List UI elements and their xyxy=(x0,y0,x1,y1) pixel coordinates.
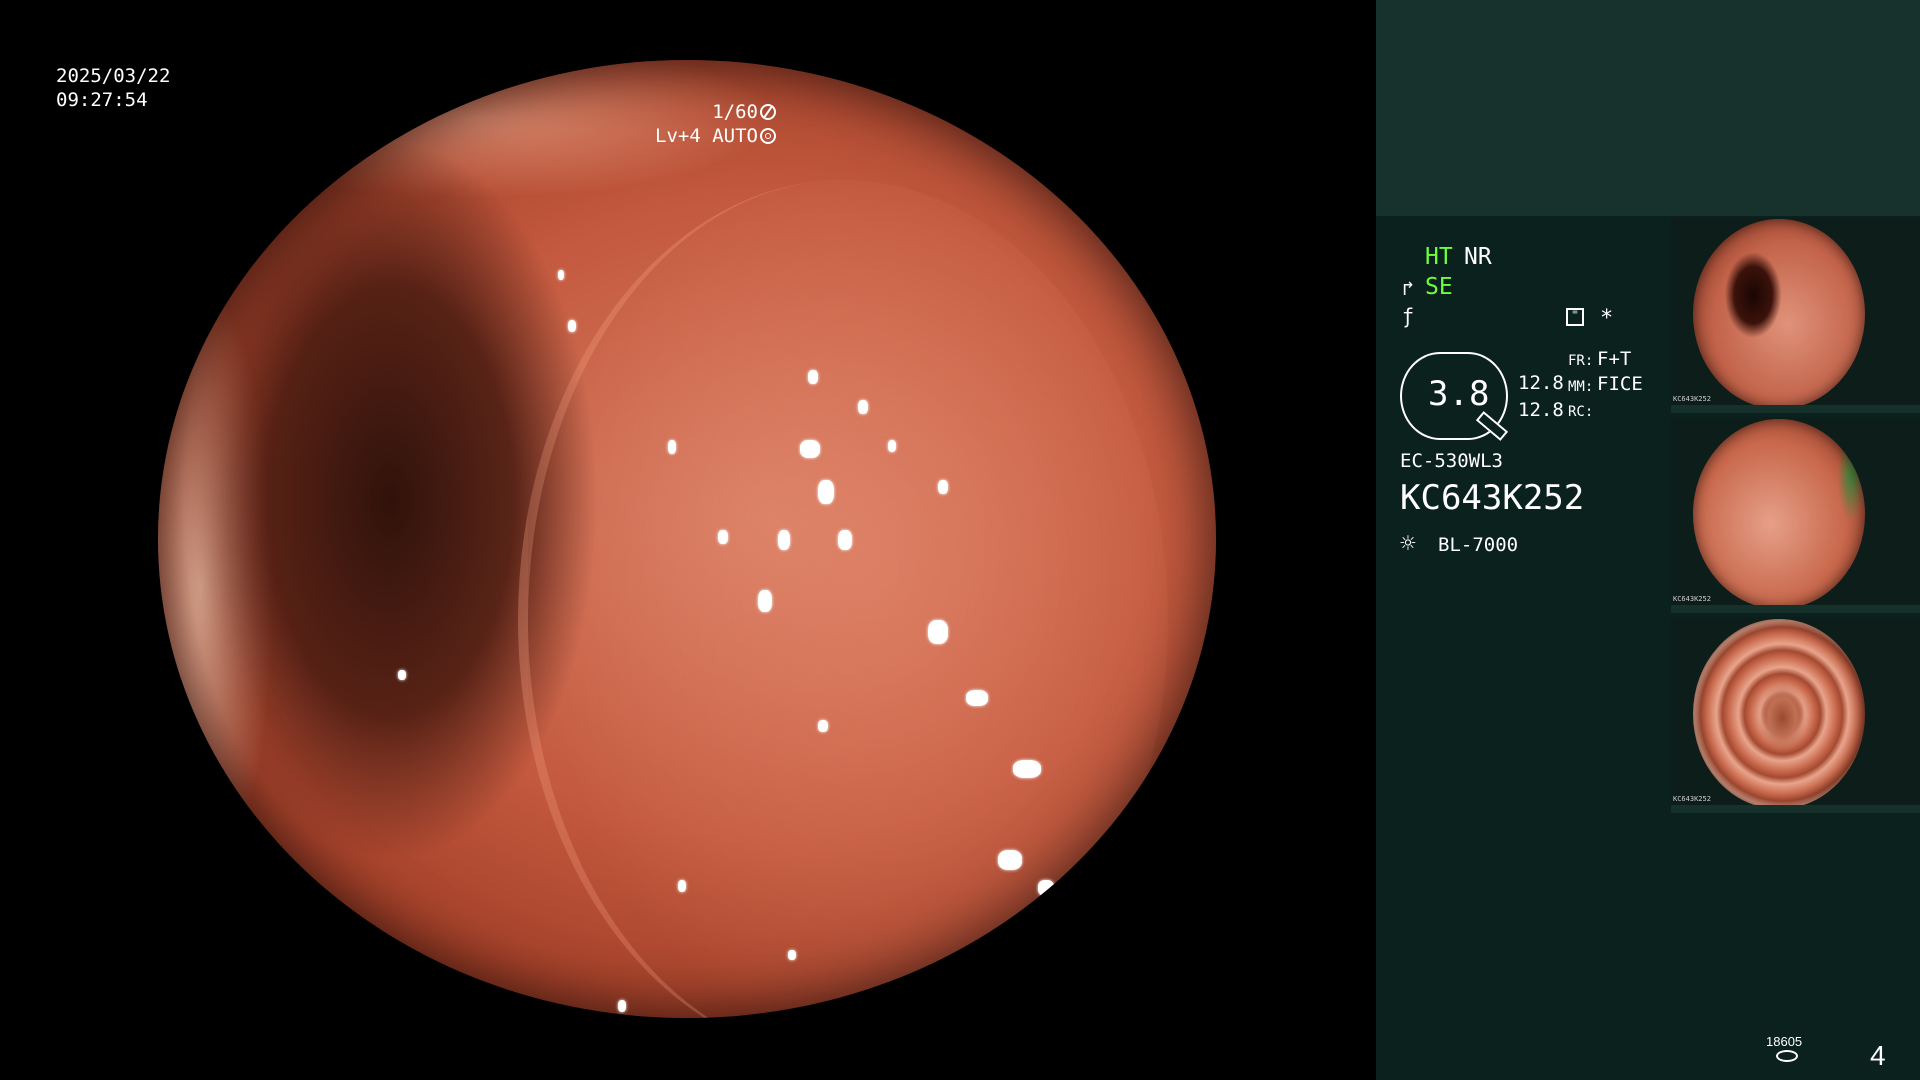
thumbnail-image xyxy=(1693,619,1865,809)
captured-thumbnail[interactable]: KC643K252 xyxy=(1671,217,1920,413)
thumbnail-serial: KC643K252 xyxy=(1673,395,1711,403)
panel-header-area xyxy=(1376,0,1920,216)
color-enhance-icon: ƒ xyxy=(1402,304,1415,328)
captured-thumbnail[interactable]: KC643K252 xyxy=(1671,617,1920,813)
thumbnail-footer xyxy=(1671,605,1920,613)
asterisk-icon: * xyxy=(1600,306,1614,331)
rc-label: RC: xyxy=(1568,404,1594,420)
light-reflection xyxy=(558,270,564,280)
light-reflection xyxy=(966,690,988,706)
structure-enhance-icon: ↱ xyxy=(1402,276,1415,300)
time-text: 09:27:54 xyxy=(56,89,148,111)
storage-icon xyxy=(1776,1050,1798,1062)
magnification-value: 3.8 xyxy=(1428,374,1490,414)
mm-label: MM: xyxy=(1568,379,1594,395)
light-reflection xyxy=(788,950,796,960)
iris-icon xyxy=(760,128,776,144)
page-number: 4 xyxy=(1870,1040,1886,1071)
fr-value: F+T xyxy=(1597,348,1632,370)
light-reflection xyxy=(888,440,896,452)
light-reflection xyxy=(758,590,772,612)
thumbnail-serial: KC643K252 xyxy=(1673,795,1711,803)
thumbnail-footer xyxy=(1671,805,1920,813)
scope-model: EC-530WL3 xyxy=(1400,450,1503,472)
light-reflection xyxy=(718,530,728,544)
light-source-model: BL-7000 xyxy=(1438,534,1519,556)
light-reflection xyxy=(1038,880,1054,896)
light-reflection xyxy=(928,620,948,644)
light-reflection xyxy=(800,440,820,458)
exposure-display: 1/60 Lv+4 AUTO xyxy=(655,100,776,148)
light-reflection xyxy=(618,1000,626,1012)
se-indicator: SE xyxy=(1425,274,1453,300)
light-reflection xyxy=(838,530,852,550)
endoscope-view: 2025/03/22 09:27:54 1/60 Lv+4 AUTO xyxy=(0,0,1376,1080)
light-reflection xyxy=(778,530,790,550)
light-reflection xyxy=(818,720,828,732)
endoscopic-image xyxy=(158,60,1216,1018)
captured-thumbnail[interactable]: KC643K252 xyxy=(1671,417,1920,613)
thumbnail-footer xyxy=(1671,405,1920,413)
thumbnail-serial: KC643K252 xyxy=(1673,595,1711,603)
light-reflection xyxy=(568,320,576,332)
frame-counter: 18605 xyxy=(1766,1034,1803,1049)
light-mode: AUTO xyxy=(712,125,758,147)
ht-indicator: HT xyxy=(1425,244,1453,270)
light-level: Lv+4 xyxy=(655,125,701,147)
enhance-value-1: 12.8 xyxy=(1518,372,1564,394)
mucosal-fold xyxy=(518,180,1168,1018)
mm-value: FICE xyxy=(1597,373,1643,395)
date-text: 2025/03/22 xyxy=(56,65,171,87)
light-reflection xyxy=(998,850,1022,870)
enhance-value-2: 12.8 xyxy=(1518,399,1564,421)
light-reflection xyxy=(858,400,868,414)
fr-label: FR: xyxy=(1568,353,1594,369)
shutter-speed: 1/60 xyxy=(712,101,758,123)
light-reflection xyxy=(678,880,686,892)
light-reflection xyxy=(818,480,834,504)
thumbnail-image xyxy=(1693,219,1865,409)
light-reflection xyxy=(938,480,948,494)
thumbnail-image xyxy=(1693,419,1865,609)
light-reflection xyxy=(668,440,676,454)
nr-indicator: NR xyxy=(1464,244,1492,270)
menu-list-icon: ≡ xyxy=(1566,308,1584,326)
light-source-icon: ☼ xyxy=(1400,529,1416,559)
datetime-display: 2025/03/22 09:27:54 xyxy=(56,64,170,112)
light-reflection xyxy=(808,370,818,384)
light-reflection xyxy=(398,670,406,680)
scope-serial: KC643K252 xyxy=(1400,478,1585,518)
shutter-icon xyxy=(760,104,776,120)
light-reflection xyxy=(1013,760,1041,778)
